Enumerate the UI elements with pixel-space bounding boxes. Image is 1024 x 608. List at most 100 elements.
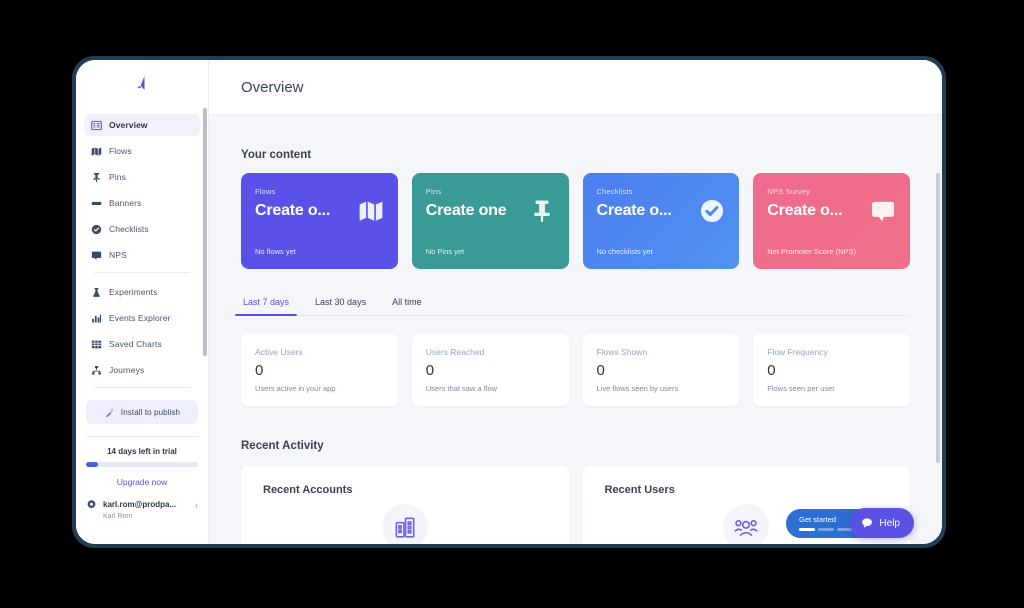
table-grid-icon: [91, 339, 102, 350]
content-card-checklists[interactable]: Checklists Create o... No checklists yet: [582, 173, 740, 269]
check-circle-icon: [91, 224, 102, 235]
stat-card-active-users: Active Users 0 Users active in your app: [241, 334, 398, 406]
chameleon-logo-icon: [137, 76, 145, 90]
check-circle-icon: [699, 198, 725, 224]
account-section: karl.rom@prodpa... › Karl Rom: [76, 499, 208, 520]
chevron-right-icon: ›: [195, 499, 198, 510]
journey-nodes-icon: [91, 365, 102, 376]
stat-sub: Flows seen per user: [767, 384, 835, 393]
content-card-subtitle: Net Promoter Score (NPS): [767, 247, 857, 256]
speech-bubble-icon: [870, 198, 896, 224]
stat-value: 0: [425, 362, 435, 379]
stat-card-flow-frequency: Flow Frequency 0 Flows seen per user: [753, 334, 910, 406]
sidebar: Overview Flows Pins Banners Checklists N…: [76, 60, 209, 544]
tab-last-30-days[interactable]: Last 30 days: [313, 291, 368, 315]
content-card-kicker: NPS Survey: [767, 187, 811, 196]
content-card-title: Create o...: [255, 202, 331, 219]
sidebar-item-label: Banners: [109, 198, 142, 208]
device-frame: Overview Flows Pins Banners Checklists N…: [72, 56, 946, 548]
content-card-title: Create one: [425, 202, 507, 219]
content-card-pins[interactable]: Pins Create one No Pins yet: [411, 173, 569, 269]
stat-card-flows-shown: Flows Shown 0 Live flows seen by users: [582, 334, 740, 406]
app-logo[interactable]: [76, 60, 208, 108]
trial-progress-bar: [86, 462, 198, 467]
stat-label: Users Reached: [425, 347, 485, 357]
install-to-publish-wrap: Install to publish: [76, 400, 208, 424]
main-header: Overview: [209, 60, 942, 115]
speech-bubble-icon: [91, 250, 102, 261]
pin-icon: [529, 198, 555, 224]
progress-segment: [818, 528, 834, 531]
map-icon: [91, 146, 102, 157]
page-title: Overview: [241, 78, 304, 96]
sidebar-divider-2: [94, 387, 190, 388]
gear-icon: [86, 499, 97, 510]
stat-value: 0: [596, 362, 605, 379]
help-button[interactable]: Help: [850, 508, 914, 538]
stat-label: Active Users: [255, 347, 303, 357]
sidebar-item-label: Experiments: [109, 287, 158, 297]
sidebar-item-experiments[interactable]: Experiments: [84, 281, 200, 303]
trial-divider: [86, 436, 198, 437]
activity-card-title: Recent Users: [604, 484, 675, 496]
tab-last-7-days[interactable]: Last 7 days: [234, 291, 298, 316]
sidebar-item-overview[interactable]: Overview: [84, 114, 200, 136]
chat-bubble-icon: [861, 517, 873, 529]
recent-activity-title: Recent Activity: [241, 440, 324, 452]
content-card-title: Create o...: [767, 202, 843, 219]
sidebar-item-events-explorer[interactable]: Events Explorer: [84, 307, 200, 329]
account-name: Karl Rom: [103, 513, 133, 520]
trial-progress-fill: [86, 462, 99, 467]
stat-value: 0: [255, 362, 264, 379]
grid-dashboard-icon: [91, 120, 102, 131]
activity-card-title: Recent Accounts: [263, 484, 353, 496]
stat-value: 0: [767, 362, 776, 379]
content-card-flows[interactable]: Flows Create o... No flows yet: [241, 173, 398, 269]
people-group-icon: [723, 504, 770, 544]
main-scroll-area: Your content Flows Create o... No flows …: [209, 115, 942, 544]
sidebar-item-label: Events Explorer: [109, 313, 171, 323]
get-started-widget: Get started Help: [786, 508, 914, 538]
flask-icon: [91, 287, 102, 298]
sidebar-item-label: Overview: [109, 120, 148, 130]
sidebar-item-flows[interactable]: Flows: [84, 140, 200, 162]
content-card-title: Create o...: [596, 202, 672, 219]
sidebar-item-saved-charts[interactable]: Saved Charts: [84, 333, 200, 355]
stat-label: Flow Frequency: [767, 347, 828, 357]
time-range-tabs: Last 7 days Last 30 days All time: [234, 291, 910, 316]
progress-segment: [799, 528, 815, 531]
help-label: Help: [879, 517, 900, 529]
sidebar-item-label: Saved Charts: [109, 339, 162, 349]
sidebar-item-label: Pins: [109, 172, 126, 182]
main-scrollbar[interactable]: [936, 173, 940, 463]
content-card-kicker: Checklists: [596, 187, 633, 196]
content-card-subtitle: No Pins yet: [425, 247, 465, 256]
buildings-icon: [381, 504, 428, 544]
sidebar-item-journeys[interactable]: Journeys: [84, 359, 200, 381]
tab-all-time[interactable]: All time: [390, 291, 424, 315]
sidebar-item-pins[interactable]: Pins: [84, 166, 200, 188]
upgrade-now-link[interactable]: Upgrade now: [86, 477, 198, 487]
map-icon: [358, 198, 384, 224]
stat-sub: Users that saw a flow: [425, 384, 498, 393]
stat-cards-grid: Active Users 0 Users active in your app …: [241, 334, 910, 406]
sidebar-item-banners[interactable]: Banners: [84, 192, 200, 214]
stat-sub: Users active in your app: [255, 384, 336, 393]
sidebar-item-nps[interactable]: NPS: [84, 244, 200, 266]
content-cards-grid: Flows Create o... No flows yet Pins Crea…: [241, 173, 910, 269]
magic-wand-icon: [104, 407, 115, 418]
sidebar-item-label: Checklists: [109, 224, 149, 234]
sidebar-nav-primary: Overview Flows Pins Banners Checklists N…: [76, 108, 208, 396]
account-row[interactable]: karl.rom@prodpa... ›: [86, 499, 198, 510]
main-content: Overview Your content Flows Create o...: [209, 60, 942, 544]
install-to-publish-button[interactable]: Install to publish: [86, 400, 198, 424]
bar-chart-icon: [91, 313, 102, 324]
sidebar-item-checklists[interactable]: Checklists: [84, 218, 200, 240]
content-card-subtitle: No checklists yet: [596, 247, 653, 256]
content-card-nps-survey[interactable]: NPS Survey Create o... Net Promoter Scor…: [753, 173, 910, 269]
banner-icon: [91, 198, 102, 209]
stat-label: Flows Shown: [596, 347, 648, 357]
your-content-title: Your content: [241, 149, 312, 161]
sidebar-item-label: Flows: [109, 146, 132, 156]
sidebar-scrollbar[interactable]: [203, 108, 207, 356]
